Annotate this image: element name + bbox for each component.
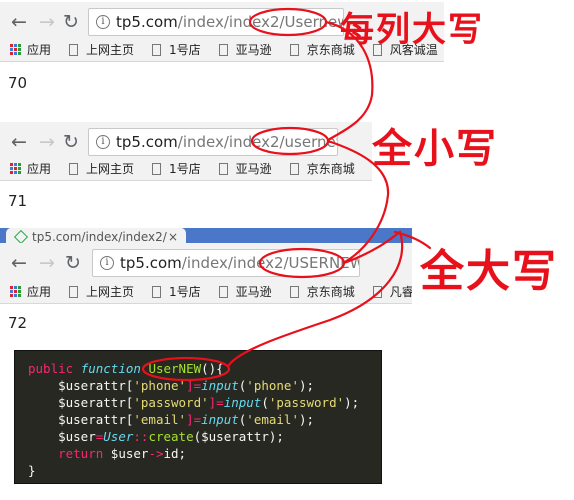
bookmark-item[interactable]: 亚马逊 <box>218 41 272 58</box>
page-icon <box>69 43 79 56</box>
bookmark-label: 1号店 <box>169 162 201 176</box>
bookmark-label: 京东商城 <box>306 285 355 299</box>
address-bar[interactable]: i tp5.com/index/index2/usernew <box>88 128 338 156</box>
url-path: /index/index2/USERNEW <box>181 254 360 272</box>
page-icon <box>152 162 162 175</box>
url-host: tp5.com <box>116 133 178 151</box>
page-icon <box>152 43 162 56</box>
bookmark-label: 应用 <box>27 285 52 299</box>
bookmark-item[interactable]: 上网主页 <box>69 160 134 177</box>
bookmark-item[interactable]: 上网主页 <box>69 41 134 58</box>
bookmark-label: 亚马逊 <box>235 162 272 176</box>
back-icon[interactable]: ← <box>8 243 30 283</box>
bookmark-label: 京东商城 <box>306 162 355 176</box>
info-icon[interactable]: i <box>96 135 110 149</box>
annotation-label-3: 全大写 <box>420 246 558 297</box>
bookmark-apps[interactable]: 应用 <box>0 160 51 177</box>
url-path: /index/index2/Usernew <box>177 13 344 31</box>
bookmark-label: 应用 <box>27 43 52 57</box>
code-block: public function UserNEW(){ $userattr['ph… <box>14 350 382 484</box>
back-icon[interactable]: ← <box>8 2 30 42</box>
page-icon <box>289 162 299 175</box>
bookmarks-bar: 应用 上网主页 1号店 亚马逊 京东商城 凡睿 <box>0 280 412 304</box>
code-line: $userattr['email']=input('email'); <box>58 412 315 427</box>
page-icon <box>218 43 228 56</box>
browser-toolbar: ← → ↻ i tp5.com/index/index2/USERNEW <box>0 243 412 283</box>
forward-icon[interactable]: → <box>36 243 58 283</box>
page-output: 72 <box>8 314 28 332</box>
forward-icon[interactable]: → <box>36 122 58 162</box>
reload-icon[interactable]: ↻ <box>60 122 82 162</box>
bookmark-label: 上网主页 <box>86 162 135 176</box>
page-icon <box>289 43 299 56</box>
favicon-icon <box>13 229 29 245</box>
bookmark-label: 1号店 <box>169 43 201 57</box>
bookmark-item[interactable]: 1号店 <box>152 41 201 58</box>
apps-grid-icon <box>10 163 21 174</box>
page-icon <box>69 285 79 298</box>
bookmark-item[interactable]: 上网主页 <box>69 283 134 300</box>
back-icon[interactable]: ← <box>8 122 30 162</box>
page-icon <box>218 162 228 175</box>
code-line: public function UserNEW(){ <box>28 361 224 376</box>
function-name: UserNEW <box>148 361 202 376</box>
url-host: tp5.com <box>116 13 178 31</box>
code-line: $user=User::create($userattr); <box>58 429 284 444</box>
page-output: 71 <box>8 192 28 210</box>
annotation-label-2: 全小写 <box>372 126 498 172</box>
forward-icon[interactable]: → <box>36 2 58 42</box>
page-icon <box>372 285 382 298</box>
bookmark-apps[interactable]: 应用 <box>0 41 51 58</box>
bookmark-label: 上网主页 <box>86 43 135 57</box>
url-path: /index/index2/usernew <box>177 133 338 151</box>
bookmark-label: 亚马逊 <box>235 285 272 299</box>
bookmark-item[interactable]: 京东商城 <box>289 160 355 177</box>
code-line: $userattr['password']=input('password'); <box>58 395 360 410</box>
bookmark-apps[interactable]: 应用 <box>0 283 51 300</box>
bookmark-label: 凡睿 <box>389 285 412 299</box>
page-icon <box>289 285 299 298</box>
browser-window-2: ← → ↻ i tp5.com/index/index2/usernew 应用 … <box>0 120 372 220</box>
apps-grid-icon <box>10 44 21 55</box>
info-icon[interactable]: i <box>100 256 114 270</box>
bookmark-item[interactable]: 1号店 <box>152 283 201 300</box>
reload-icon[interactable]: ↻ <box>62 243 84 283</box>
code-line: return $user->id; <box>58 446 187 461</box>
bookmark-label: 上网主页 <box>86 285 135 299</box>
bookmark-label: 亚马逊 <box>235 43 272 57</box>
bookmark-item[interactable]: 凡睿 <box>372 283 412 300</box>
page-icon <box>152 285 162 298</box>
page-icon <box>218 285 228 298</box>
address-bar[interactable]: i tp5.com/index/index2/USERNEW <box>92 249 360 277</box>
tab-title: tp5.com/index/index2/ <box>32 230 167 244</box>
address-bar[interactable]: i tp5.com/index/index2/Usernew <box>88 8 344 36</box>
reload-icon[interactable]: ↻ <box>60 2 82 42</box>
annotation-label-1: 每列大写 <box>340 10 484 50</box>
browser-window-3: tp5.com/index/index2/ × ← → ↻ i tp5.com /… <box>0 228 412 338</box>
url-host: tp5.com <box>120 254 182 272</box>
bookmark-item[interactable]: 亚马逊 <box>218 160 272 177</box>
bookmark-item[interactable]: 1号店 <box>152 160 201 177</box>
close-icon[interactable]: × <box>168 230 178 244</box>
browser-toolbar: ← → ↻ i tp5.com/index/index2/usernew <box>0 122 372 162</box>
page-output: 70 <box>8 74 28 92</box>
code-line: $userattr['phone']=input('phone'); <box>58 378 315 393</box>
bookmark-label: 1号店 <box>169 285 201 299</box>
bookmark-item[interactable]: 亚马逊 <box>218 283 272 300</box>
bookmarks-bar: 应用 上网主页 1号店 亚马逊 京东商城 <box>0 157 372 181</box>
bookmark-label: 应用 <box>27 162 52 176</box>
info-icon[interactable]: i <box>96 15 110 29</box>
page-icon <box>69 162 79 175</box>
code-line: } <box>28 463 36 478</box>
bookmark-item[interactable]: 京东商城 <box>289 283 355 300</box>
apps-grid-icon <box>10 286 21 297</box>
